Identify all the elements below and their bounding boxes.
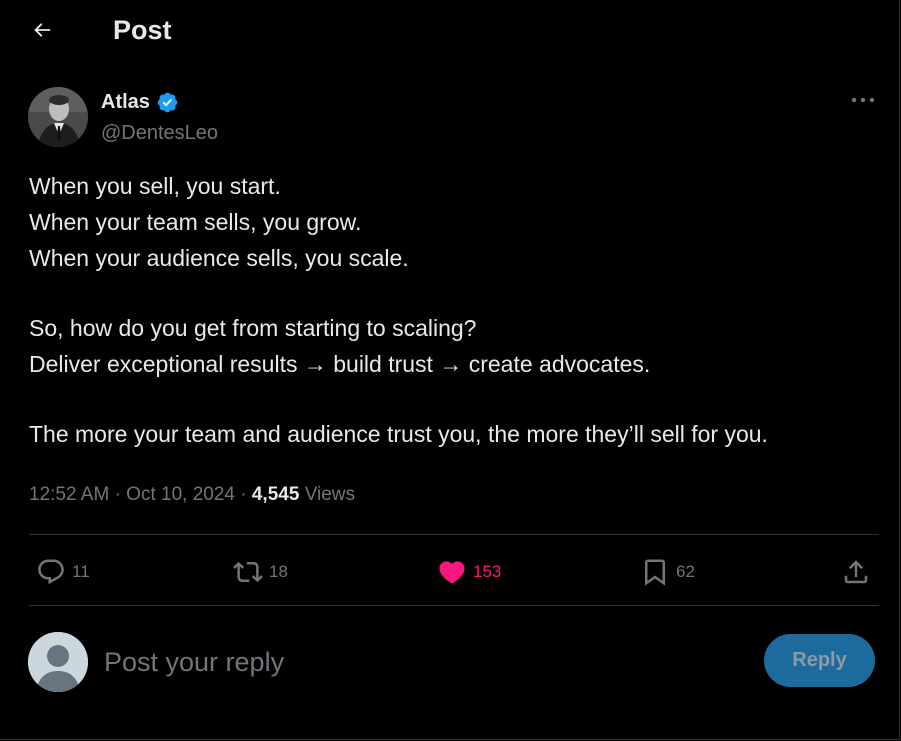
reply-icon: [38, 559, 64, 585]
default-avatar-icon: [28, 632, 88, 692]
divider: [29, 605, 879, 606]
post-line: The more your team and audience trust yo…: [29, 421, 768, 447]
reply-button[interactable]: Reply: [764, 634, 875, 687]
views-label: Views: [304, 484, 356, 505]
reply-count: 11: [72, 562, 90, 581]
post-detail-page: Post Atlas @DentesLeo When you sell, you…: [0, 0, 900, 740]
more-options-button[interactable]: [845, 85, 881, 115]
like-count: 153: [473, 562, 502, 581]
arrow-left-icon: [34, 23, 51, 37]
share-icon: [844, 560, 868, 584]
post-line: When your audience sells, you scale.: [29, 245, 409, 271]
repost-icon: [233, 561, 263, 583]
post-meta: 12:52 AM · Oct 10, 2024 · 4,545 Views: [29, 481, 355, 509]
heart-filled-icon: [439, 561, 465, 584]
post-line: When your team sells, you grow.: [29, 209, 362, 235]
divider: [29, 534, 879, 535]
post-line: Deliver exceptional results → build trus…: [29, 351, 651, 377]
post-line: When you sell, you start.: [29, 173, 281, 199]
author-name-row[interactable]: Atlas: [101, 89, 179, 115]
author-photo: [28, 87, 88, 147]
more-horizontal-icon: [851, 97, 875, 103]
post-text: When you sell, you start. When your team…: [29, 168, 879, 452]
meta-separator: ·: [240, 484, 247, 505]
user-avatar[interactable]: [28, 632, 88, 692]
author-name: Atlas: [101, 91, 150, 113]
page-header: Post: [0, 0, 899, 60]
page-title: Post: [113, 15, 172, 45]
like-action[interactable]: 153: [437, 552, 501, 592]
author-avatar[interactable]: [28, 87, 88, 147]
back-button[interactable]: [22, 10, 62, 50]
reply-input[interactable]: [104, 640, 744, 684]
post-line: So, how do you get from starting to scal…: [29, 315, 477, 341]
author-handle[interactable]: @DentesLeo: [101, 120, 218, 146]
meta-separator: ·: [114, 484, 121, 505]
verified-badge-icon: [157, 92, 178, 112]
post-time[interactable]: 12:52 AM: [29, 484, 109, 505]
bookmark-action[interactable]: 62: [640, 552, 695, 592]
post-date[interactable]: Oct 10, 2024: [126, 484, 235, 505]
repost-action[interactable]: 18: [233, 552, 288, 592]
bookmark-count: 62: [676, 562, 695, 581]
repost-count: 18: [269, 562, 288, 581]
reply-action[interactable]: 11: [36, 552, 90, 592]
views-count[interactable]: 4,545: [252, 484, 300, 505]
bookmark-icon: [645, 559, 665, 586]
share-action[interactable]: [841, 552, 871, 592]
